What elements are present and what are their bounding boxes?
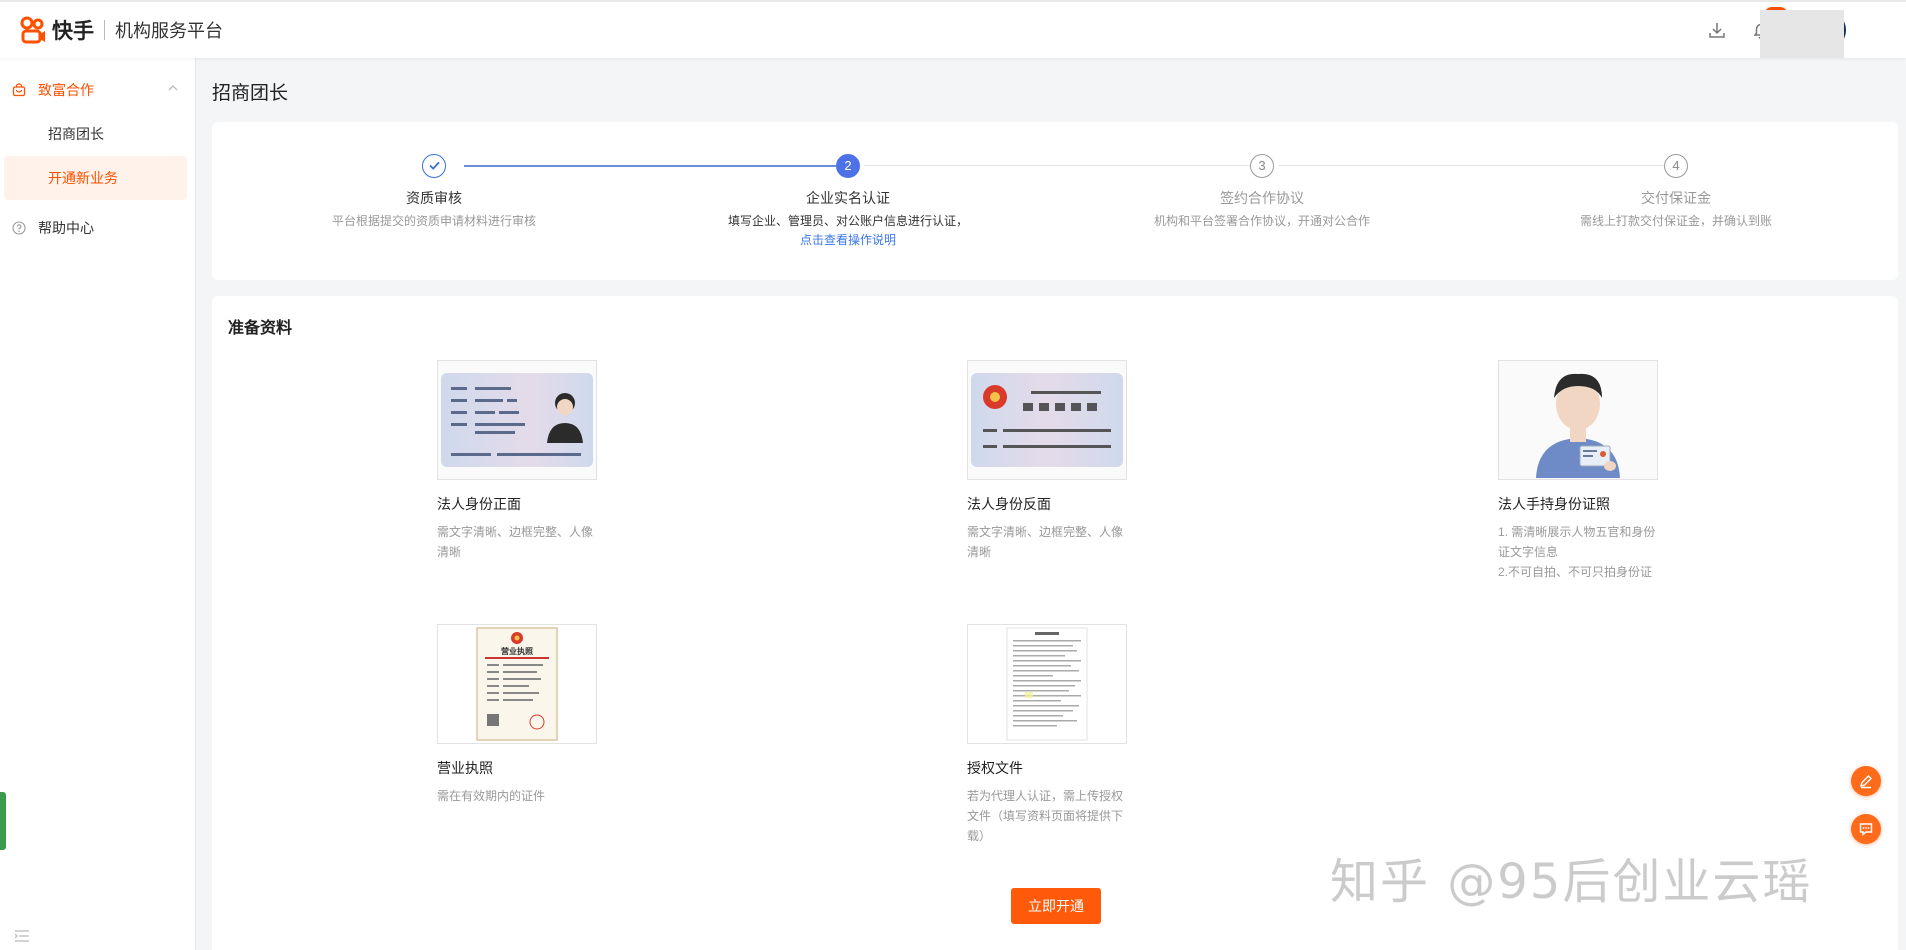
doc-hold-id-desc-line2: 2.不可自拍、不可只拍身份证 <box>1498 565 1653 579</box>
doc-id-back: 法人身份反面 需文字清晰、边框完整、人像清晰 <box>967 360 1147 562</box>
doc-authorization: 授权文件 若为代理人认证，需上传授权文件（填写资料页面将提供下载） <box>967 624 1147 846</box>
download-icon[interactable] <box>1706 19 1728 41</box>
collapse-menu-icon[interactable] <box>14 929 30 946</box>
help-icon <box>12 221 26 235</box>
doc-id-front-desc: 需文字清晰、边框完整、人像清晰 <box>437 525 594 559</box>
step-2-desc-wrap: 填写企业、管理员、对公账户信息进行认证， 点击查看操作说明 <box>728 212 968 250</box>
sidebar-item-zhaoshang[interactable]: 招商团长 <box>0 112 195 156</box>
logo-text: 快手 <box>52 20 94 43</box>
doc-id-back-desc: 需文字清晰、边框完整、人像清晰 <box>967 525 1124 559</box>
step-4-number: 4 <box>1664 154 1688 178</box>
id-front-sample-image <box>437 360 597 480</box>
authorization-sample-image <box>967 624 1127 744</box>
bag-icon <box>12 83 26 97</box>
doc-hold-id: 法人手持身份证照 1. 需清晰展示人物五官和身份证文字信息 2.不可自拍、不可只… <box>1498 360 1678 582</box>
feedback-edit-button[interactable] <box>1851 766 1881 796</box>
doc-hold-id-desc-line1: 1. 需清晰展示人物五官和身份证文字信息 <box>1498 525 1656 559</box>
step-4-desc: 需线上打款交付保证金，并确认到账 <box>1579 214 1773 228</box>
doc-authorization-desc: 若为代理人认证，需上传授权文件（填写资料页面将提供下载） <box>967 789 1124 843</box>
step-1-check-icon <box>422 154 446 178</box>
logo-divider <box>104 20 105 40</box>
username-mask <box>1760 10 1844 58</box>
sidebar-group-label: 致富合作 <box>38 82 94 98</box>
sidebar-group-zhifu[interactable]: 致富合作 <box>0 68 195 112</box>
step-1-desc: 平台根据提交的资质申请材料进行审核 <box>331 214 537 228</box>
prep-title: 准备资料 <box>228 320 293 337</box>
sidebar: 致富合作 招商团长 开通新业务 帮助中心 <box>0 58 196 950</box>
chat-icon <box>1859 823 1873 836</box>
steps-card: 2 3 4 资质审核 企业实名认证 签约合作协议 交付保证金 平台根据提交的资质… <box>212 122 1898 280</box>
doc-hold-id-name: 法人手持身份证照 <box>1498 496 1610 512</box>
doc-business-license: 营业执照 营业执照 需在有效期内的证件 <box>437 624 617 806</box>
doc-id-front: 法人身份正面 需文字清晰、边框完整、人像清晰 <box>437 360 617 562</box>
step-3-desc: 机构和平台签署合作协议，开通对公合作 <box>1153 214 1371 228</box>
kuaishou-logo-icon <box>18 15 48 45</box>
doc-authorization-name: 授权文件 <box>967 760 1023 776</box>
license-title-text: 营业执照 <box>501 646 533 656</box>
operation-guide-link[interactable]: 点击查看操作说明 <box>728 231 968 250</box>
doc-business-license-desc: 需在有效期内的证件 <box>437 789 546 803</box>
doc-business-license-name: 营业执照 <box>437 760 493 776</box>
step-2-number: 2 <box>836 154 860 178</box>
platform-name: 机构服务平台 <box>115 21 223 41</box>
logo[interactable]: 快手 机构服务平台 <box>18 15 223 45</box>
sidebar-item-open-business[interactable]: 开通新业务 <box>4 156 187 200</box>
doc-hold-id-desc: 1. 需清晰展示人物五官和身份证文字信息 2.不可自拍、不可只拍身份证 <box>1498 522 1663 582</box>
top-header: 快手 机构服务平台 23 <box>0 0 1906 58</box>
step-3-title: 签约合作协议 <box>1220 190 1304 206</box>
id-back-sample-image <box>967 360 1127 480</box>
step-2-title: 企业实名认证 <box>806 190 890 206</box>
sidebar-item-help[interactable]: 帮助中心 <box>0 206 195 250</box>
step-connector <box>1278 165 1666 166</box>
chat-support-button[interactable] <box>1851 814 1881 844</box>
watermark: 知乎 @95后创业云瑶 <box>1330 854 1813 910</box>
doc-id-front-name: 法人身份正面 <box>437 496 521 512</box>
step-4-title: 交付保证金 <box>1641 190 1711 206</box>
side-widget-tab[interactable] <box>0 792 6 850</box>
chevron-up-icon <box>168 85 178 91</box>
doc-id-back-name: 法人身份反面 <box>967 496 1051 512</box>
open-now-button[interactable]: 立即开通 <box>1011 888 1101 924</box>
step-2-desc: 填写企业、管理员、对公账户信息进行认证， <box>727 214 969 228</box>
step-1-title: 资质审核 <box>406 190 462 206</box>
edit-icon <box>1859 775 1872 789</box>
step-connector <box>464 165 836 167</box>
step-connector <box>864 165 1252 166</box>
step-3-number: 3 <box>1250 154 1274 178</box>
sidebar-help-label: 帮助中心 <box>38 220 94 236</box>
business-license-sample-image: 营业执照 <box>437 624 597 744</box>
page-title: 招商团长 <box>212 83 289 104</box>
hold-id-sample-image <box>1498 360 1658 480</box>
